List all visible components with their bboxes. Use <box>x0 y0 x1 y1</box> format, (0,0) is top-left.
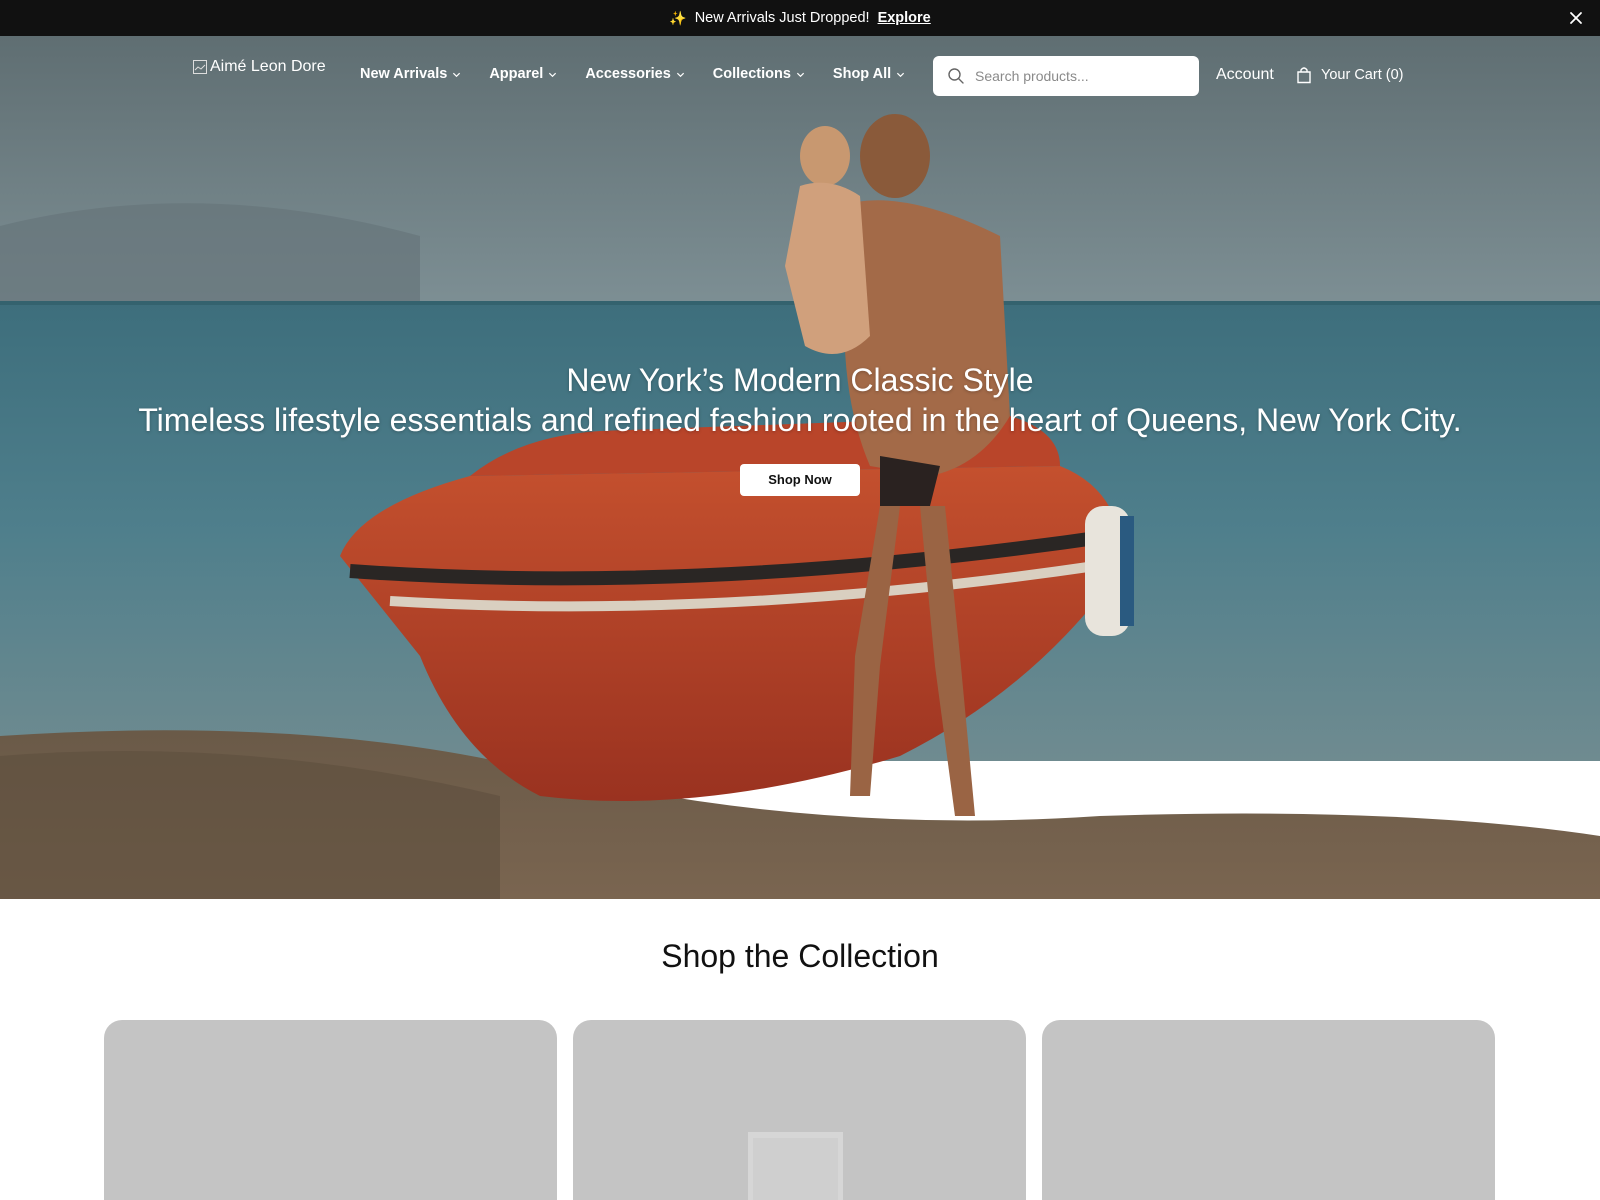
nav-label: Accessories <box>585 66 671 82</box>
collection-title: Shop the Collection <box>661 938 939 974</box>
nav-collections[interactable]: Collections <box>713 66 805 82</box>
collection-card[interactable] <box>573 1020 1026 1200</box>
sparkle-icon: ✨ <box>669 9 687 26</box>
nav-label: New Arrivals <box>360 66 448 82</box>
broken-image-icon <box>192 59 208 75</box>
announcement-bar: ✨ New Arrivals Just Dropped! Explore <box>0 0 1600 36</box>
hero-subtitle: Timeless lifestyle essentials and refine… <box>138 402 1462 438</box>
hero-title: New York’s Modern Classic Style <box>566 362 1034 398</box>
announcement-text: New Arrivals Just Dropped! <box>694 10 870 26</box>
shop-now-button[interactable]: Shop Now <box>740 464 860 496</box>
cart-link[interactable]: Your Cart (0) <box>1296 66 1403 84</box>
collection-cards <box>104 1020 1495 1200</box>
chevron-down-icon <box>453 72 461 77</box>
search-box[interactable] <box>933 56 1199 96</box>
logo[interactable]: Aimé Leon Dore <box>192 58 326 76</box>
main-nav: New Arrivals Apparel Accessories Collect… <box>360 66 933 82</box>
nav-accessories[interactable]: Accessories <box>585 66 684 82</box>
nav-label: Collections <box>712 66 791 82</box>
nav-apparel[interactable]: Apparel <box>489 66 557 82</box>
chevron-down-icon <box>676 72 684 77</box>
logo-text: Aimé Leon Dore <box>210 58 326 75</box>
collection-card[interactable] <box>1042 1020 1495 1200</box>
nav-label: Shop All <box>832 66 892 82</box>
cart-label: Your Cart (0) <box>1321 67 1404 83</box>
chevron-down-icon <box>549 72 557 77</box>
collection-card[interactable] <box>104 1020 557 1200</box>
nav-shop-all[interactable]: Shop All <box>833 66 905 82</box>
chevron-down-icon <box>897 72 905 77</box>
search-input[interactable] <box>975 68 1175 84</box>
explore-link[interactable]: Explore <box>878 10 931 26</box>
chevron-down-icon <box>796 72 804 77</box>
nav-new-arrivals[interactable]: New Arrivals <box>360 66 461 82</box>
close-icon[interactable] <box>1566 8 1586 28</box>
site-header: Aimé Leon Dore New Arrivals Apparel Acce… <box>0 36 1600 116</box>
bag-icon <box>1297 67 1311 84</box>
hero-content: New York’s Modern Classic Style Timeless… <box>0 360 1600 496</box>
search-icon <box>948 68 964 84</box>
account-link[interactable]: Account <box>1216 66 1274 84</box>
nav-label: Apparel <box>489 66 544 82</box>
